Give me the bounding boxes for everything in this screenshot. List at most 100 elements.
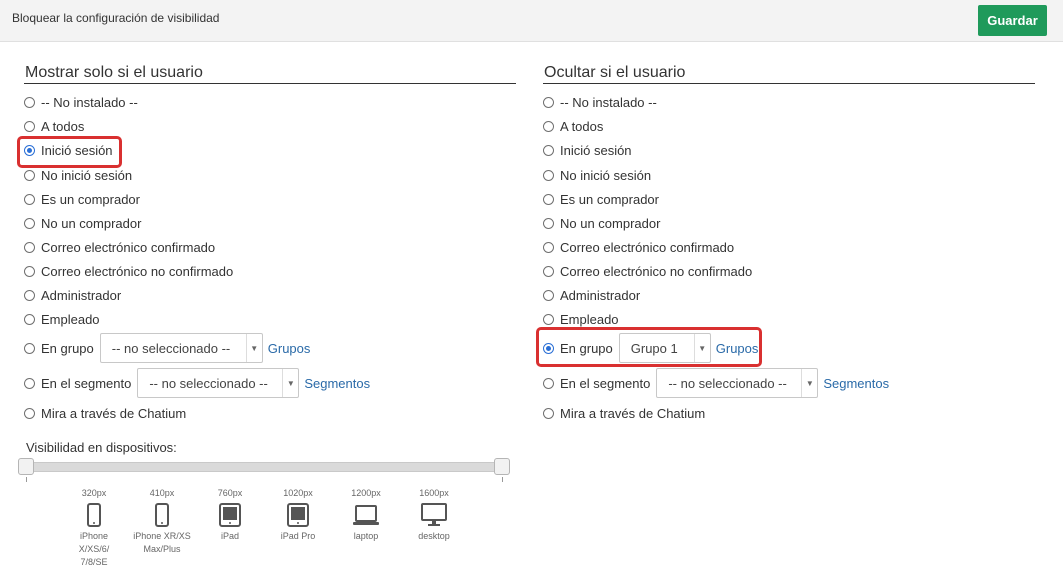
slider-tick bbox=[502, 477, 503, 482]
slider-min-handle[interactable] bbox=[18, 458, 34, 475]
option-label: Administrador bbox=[41, 287, 122, 303]
radio-option[interactable]: Mira a través de Chatium bbox=[543, 403, 705, 423]
radio-option[interactable]: Inició sesión bbox=[543, 140, 632, 160]
show-only-if-title: Mostrar solo si el usuario bbox=[25, 64, 203, 81]
radio-option[interactable]: Correo electrónico confirmado bbox=[543, 237, 734, 257]
radio-button[interactable] bbox=[543, 265, 554, 277]
chevron-down-icon: ▼ bbox=[282, 369, 298, 397]
device-name: laptop bbox=[353, 531, 379, 541]
radio-option[interactable]: Correo electrónico confirmado bbox=[24, 237, 215, 257]
radio-button[interactable] bbox=[543, 377, 554, 389]
select-value: -- no seleccionado -- bbox=[111, 340, 231, 356]
option-label: Correo electrónico confirmado bbox=[560, 239, 735, 255]
radio-button[interactable] bbox=[24, 313, 35, 325]
radio-button[interactable] bbox=[543, 289, 554, 301]
radio-option[interactable]: A todos bbox=[24, 116, 84, 136]
phone-icon bbox=[87, 503, 101, 527]
radio-option[interactable]: -- No instalado -- bbox=[543, 92, 657, 112]
chevron-down-icon: ▼ bbox=[245, 334, 262, 362]
highlight-box bbox=[536, 327, 762, 367]
option-label: -- No instalado -- bbox=[41, 94, 138, 110]
radio-option[interactable]: Correo electrónico no confirmado bbox=[24, 261, 233, 281]
segments-link[interactable]: Segmentos bbox=[304, 376, 370, 391]
desktop-icon bbox=[421, 503, 447, 526]
radio-button[interactable] bbox=[543, 120, 554, 132]
radio-option[interactable]: Empleado bbox=[24, 309, 100, 329]
phone-icon bbox=[155, 503, 169, 527]
device-width: 1600px bbox=[419, 488, 449, 498]
radio-button[interactable] bbox=[24, 241, 35, 253]
device-range-slider[interactable] bbox=[24, 462, 508, 472]
group-select[interactable]: -- no seleccionado -- ▼ bbox=[99, 333, 263, 363]
radio-option[interactable]: Es un comprador bbox=[543, 189, 659, 209]
radio-option[interactable]: No inició sesión bbox=[543, 165, 651, 185]
radio-button[interactable] bbox=[24, 289, 35, 301]
radio-button[interactable] bbox=[543, 407, 554, 419]
segment-select[interactable]: -- no seleccionado -- ▼ bbox=[656, 368, 819, 398]
tablet-icon bbox=[287, 503, 309, 527]
radio-option[interactable]: Mira a través de Chatium bbox=[24, 403, 186, 423]
option-label: En el segmento bbox=[41, 375, 132, 391]
device-name: iPad bbox=[220, 531, 239, 541]
radio-button[interactable] bbox=[543, 313, 554, 325]
segments-link[interactable]: Segmentos bbox=[823, 376, 889, 391]
option-label: Es un comprador bbox=[560, 191, 659, 207]
radio-option[interactable]: -- No instalado -- bbox=[24, 92, 138, 112]
option-label: Es un comprador bbox=[41, 191, 140, 207]
radio-button[interactable] bbox=[24, 96, 35, 108]
divider bbox=[24, 83, 516, 84]
radio-option[interactable]: A todos bbox=[543, 116, 603, 136]
radio-button[interactable] bbox=[543, 193, 554, 205]
radio-button[interactable] bbox=[24, 407, 35, 419]
device-width: 760px bbox=[217, 488, 243, 498]
in-group-option[interactable]: En grupo -- no seleccionado -- ▼ Grupos bbox=[24, 332, 310, 364]
in-segment-option[interactable]: En el segmento -- no seleccionado -- ▼ Se… bbox=[543, 367, 889, 399]
highlight-box bbox=[17, 136, 122, 168]
option-label: -- No instalado -- bbox=[560, 94, 657, 110]
radio-button[interactable] bbox=[24, 265, 35, 277]
save-button[interactable]: Guardar bbox=[978, 5, 1047, 36]
radio-button[interactable] bbox=[543, 217, 554, 229]
device-iphone-small: 320px iPhone X/XS/6/ 7/8/SE bbox=[64, 487, 124, 569]
groups-link[interactable]: Grupos bbox=[268, 341, 311, 356]
radio-option[interactable]: No inició sesión bbox=[24, 165, 132, 185]
page-title: Bloquear la configuración de visibilidad bbox=[12, 11, 220, 25]
radio-button[interactable] bbox=[24, 193, 35, 205]
segment-select[interactable]: -- no seleccionado -- ▼ bbox=[137, 368, 300, 398]
device-name: iPhone XR/XS Max/Plus bbox=[133, 531, 191, 554]
in-segment-option[interactable]: En el segmento -- no seleccionado -- ▼ Se… bbox=[24, 367, 370, 399]
option-label: En el segmento bbox=[560, 375, 651, 391]
device-ipad: 760px iPad bbox=[200, 487, 260, 543]
radio-option[interactable]: No un comprador bbox=[24, 213, 141, 233]
device-laptop: 1200px laptop bbox=[336, 487, 396, 543]
radio-option[interactable]: Correo electrónico no confirmado bbox=[543, 261, 752, 281]
radio-button[interactable] bbox=[24, 217, 35, 229]
option-label: No un comprador bbox=[560, 215, 661, 231]
radio-button[interactable] bbox=[24, 120, 35, 132]
option-label: Mira a través de Chatium bbox=[560, 405, 706, 421]
hide-if-section: Ocultar si el usuario -- No instalado --… bbox=[543, 64, 1035, 434]
radio-button[interactable] bbox=[543, 144, 554, 156]
laptop-icon bbox=[353, 505, 379, 525]
radio-button[interactable] bbox=[543, 96, 554, 108]
radio-button[interactable] bbox=[24, 342, 35, 354]
device-name: iPad Pro bbox=[280, 531, 316, 541]
device-visibility-title: Visibilidad en dispositivos: bbox=[26, 440, 177, 455]
option-label: Correo electrónico confirmado bbox=[41, 239, 216, 255]
radio-option[interactable]: Administrador bbox=[543, 285, 640, 305]
device-width: 1020px bbox=[283, 488, 313, 498]
option-label: A todos bbox=[560, 118, 604, 134]
radio-button[interactable] bbox=[24, 169, 35, 181]
radio-button[interactable] bbox=[543, 241, 554, 253]
device-name: desktop bbox=[418, 531, 450, 541]
radio-option[interactable]: Es un comprador bbox=[24, 189, 140, 209]
radio-option[interactable]: Administrador bbox=[24, 285, 121, 305]
option-label: No inició sesión bbox=[560, 167, 652, 183]
radio-option[interactable]: Empleado bbox=[543, 309, 619, 329]
slider-max-handle[interactable] bbox=[494, 458, 510, 475]
option-label: Empleado bbox=[560, 311, 619, 327]
radio-button[interactable] bbox=[24, 377, 35, 389]
device-iphone-large: 410px iPhone XR/XS Max/Plus bbox=[132, 487, 192, 556]
radio-option[interactable]: No un comprador bbox=[543, 213, 660, 233]
radio-button[interactable] bbox=[543, 169, 554, 181]
